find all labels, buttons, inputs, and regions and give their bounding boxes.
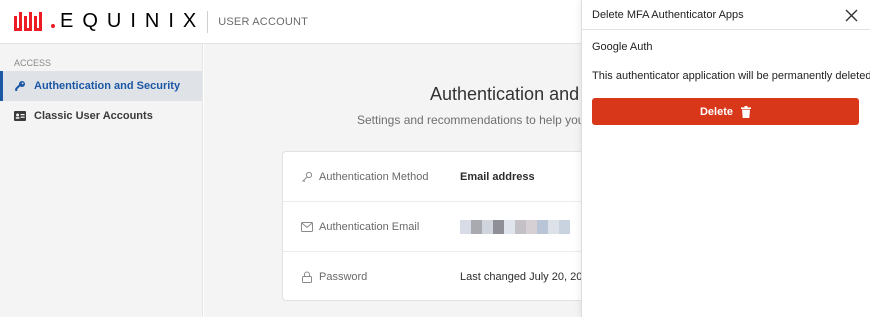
mail-icon: [301, 221, 313, 233]
delete-warning-message: This authenticator application will be p…: [592, 70, 870, 82]
trash-icon: [741, 105, 752, 118]
drawer-header: Delete MFA Authenticator Apps: [582, 0, 870, 30]
delete-button[interactable]: Delete: [592, 98, 859, 125]
page-subtitle: Settings and recommendations to help you: [357, 113, 585, 127]
delete-mfa-drawer: Delete MFA Authenticator Apps Google Aut…: [581, 0, 870, 317]
row-value: Last changed July 20, 2023: [460, 271, 595, 283]
header-divider: [207, 10, 209, 33]
drawer-title: Delete MFA Authenticator Apps: [592, 8, 744, 21]
delete-button-label: Delete: [699, 105, 734, 118]
equinix-logo[interactable]: EQUINIX: [14, 10, 205, 33]
id-card-icon: [14, 110, 26, 122]
authenticator-app-name: Google Auth: [592, 41, 653, 53]
sidebar: ACCESS Authentication and Security Class…: [0, 44, 203, 317]
key-icon: [301, 171, 313, 183]
sidebar-heading: ACCESS: [14, 58, 52, 68]
equinix-logo-mark-icon: [14, 11, 42, 31]
redacted-email: [460, 220, 570, 234]
row-label: Authentication Email: [319, 220, 420, 233]
close-icon[interactable]: [842, 6, 860, 24]
sidebar-item-label: Authentication and Security: [34, 80, 181, 92]
lock-icon: [301, 271, 313, 283]
logo-text: EQUINIX: [60, 10, 206, 32]
logo-dot: [51, 23, 55, 28]
key-icon: [14, 80, 26, 92]
sidebar-item-classic-user-accounts[interactable]: Classic User Accounts: [0, 101, 202, 131]
sidebar-item-authentication-and-security[interactable]: Authentication and Security: [0, 71, 202, 101]
row-label: Authentication Method: [319, 170, 429, 183]
sidebar-item-label: Classic User Accounts: [34, 110, 153, 122]
page-title: Authentication and: [430, 84, 580, 104]
row-value: Email address: [460, 170, 535, 183]
header-section-label: USER ACCOUNT: [218, 15, 309, 28]
row-label: Password: [319, 271, 368, 283]
